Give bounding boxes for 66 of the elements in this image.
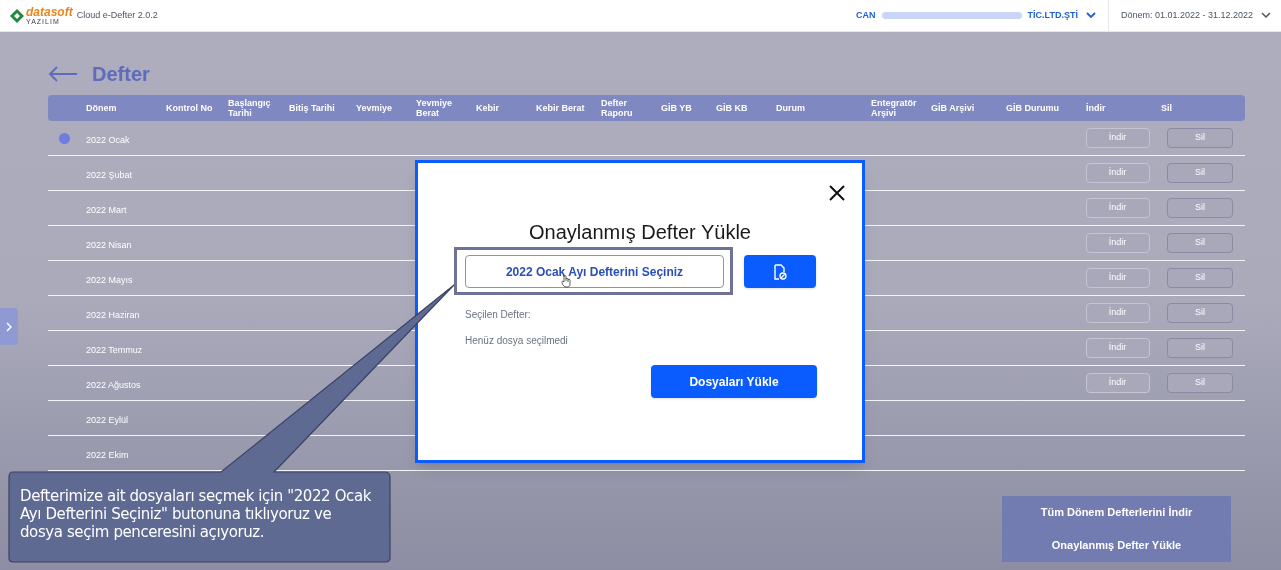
period-cell: 2022 Ocak: [86, 135, 130, 145]
column-header: Defter Raporu: [601, 98, 634, 118]
download-button[interactable]: İndir: [1085, 128, 1150, 148]
callout-text: Defterimize ait dosyaları seçmek için "2022 Ocak Ayı Defterini Seçiniz" butonuna tıklıyoruz ve dosya seçim penceresini açıyoruz.: [20, 487, 372, 541]
company-name: TİC.LTD.ŞTİ: [1027, 8, 1078, 22]
period-cell: 2022 Mayıs: [86, 275, 133, 285]
column-header: Entegratör Arşivi: [871, 98, 918, 118]
radio-button[interactable]: [58, 132, 70, 144]
delete-button[interactable]: Sil: [1167, 128, 1233, 148]
product-name: Cloud e-Defter 2.0.2: [76, 8, 158, 22]
chevron-down-icon[interactable]: [1261, 12, 1271, 19]
delete-button[interactable]: Sil: [1167, 373, 1233, 393]
period-cell: 2022 Ekim: [86, 450, 129, 460]
delete-button[interactable]: Sil: [1167, 198, 1233, 218]
delete-button[interactable]: Sil: [1167, 233, 1233, 253]
download-button[interactable]: İndir: [1085, 303, 1150, 323]
delete-button[interactable]: Sil: [1167, 338, 1233, 358]
back-arrow-icon[interactable]: [48, 66, 78, 82]
column-header: Kebir Berat: [536, 103, 586, 113]
column-header: Yevmiye: [356, 103, 394, 113]
page-title: Defter: [92, 62, 150, 87]
period-cell: 2022 Temmuz: [86, 345, 143, 355]
period-cell: 2022 Şubat: [86, 170, 133, 180]
download-button[interactable]: İndir: [1085, 198, 1150, 218]
selected-file-label: Seçilen Defter:: [465, 308, 531, 322]
period-cell: 2022 Eylül: [86, 415, 129, 425]
column-header: Durum: [776, 103, 806, 113]
period-cell: 2022 Nisan: [86, 240, 132, 250]
delete-button[interactable]: Sil: [1167, 303, 1233, 323]
logo-icon: [10, 8, 24, 23]
download-button[interactable]: İndir: [1085, 373, 1150, 393]
period-cell: 2022 Mart: [86, 205, 127, 215]
delete-button[interactable]: Sil: [1167, 268, 1233, 288]
period-cell: 2022 Ağustos: [86, 380, 141, 390]
column-header: GİB YB: [661, 103, 693, 113]
select-file-button[interactable]: 2022 Ocak Ayı Defterini Seçiniz: [465, 255, 724, 288]
column-header: GİB Arşivi: [931, 103, 976, 113]
download-button[interactable]: İndir: [1085, 163, 1150, 183]
file-icon: [773, 263, 787, 280]
modal-title: Onaylanmış Defter Yükle: [528, 220, 752, 245]
column-header: Başlangıç Tarihi: [228, 98, 272, 118]
column-header: GİB KB: [716, 103, 749, 113]
download-button[interactable]: İndir: [1085, 338, 1150, 358]
period-cell: 2022 Haziran: [86, 310, 140, 320]
file-icon-button[interactable]: [744, 255, 816, 288]
close-icon[interactable]: [829, 185, 845, 201]
chevron-down-icon[interactable]: [1085, 12, 1096, 19]
selected-file-value: Henüz dosya seçilmedi: [465, 334, 568, 348]
column-header: Kontrol No: [166, 103, 214, 113]
download-button[interactable]: İndir: [1085, 233, 1150, 253]
delete-button[interactable]: Sil: [1167, 163, 1233, 183]
column-header: GİB Durumu: [1006, 103, 1060, 113]
brand-name: datasoft: [26, 6, 73, 18]
column-header: Bitiş Tarihi: [289, 103, 336, 113]
column-header: Sil: [1161, 103, 1173, 113]
panel-button[interactable]: Onaylanmış Defter Yükle: [1002, 529, 1231, 562]
upload-button[interactable]: Dosyaları Yükle: [651, 365, 817, 398]
panel-button[interactable]: Tüm Dönem Defterlerini İndir: [1002, 496, 1231, 529]
column-header: Kebir: [476, 103, 500, 113]
column-header: Dönem: [86, 103, 118, 113]
chevron-right-icon: [6, 321, 12, 332]
download-button[interactable]: İndir: [1085, 268, 1150, 288]
company-name: CAN: [856, 8, 876, 22]
column-header: Yevmiye Berat: [416, 98, 454, 118]
column-header: İndir: [1086, 103, 1107, 113]
period-selector[interactable]: Dönem: 01.01.2022 - 31.12.2022: [1120, 8, 1253, 23]
